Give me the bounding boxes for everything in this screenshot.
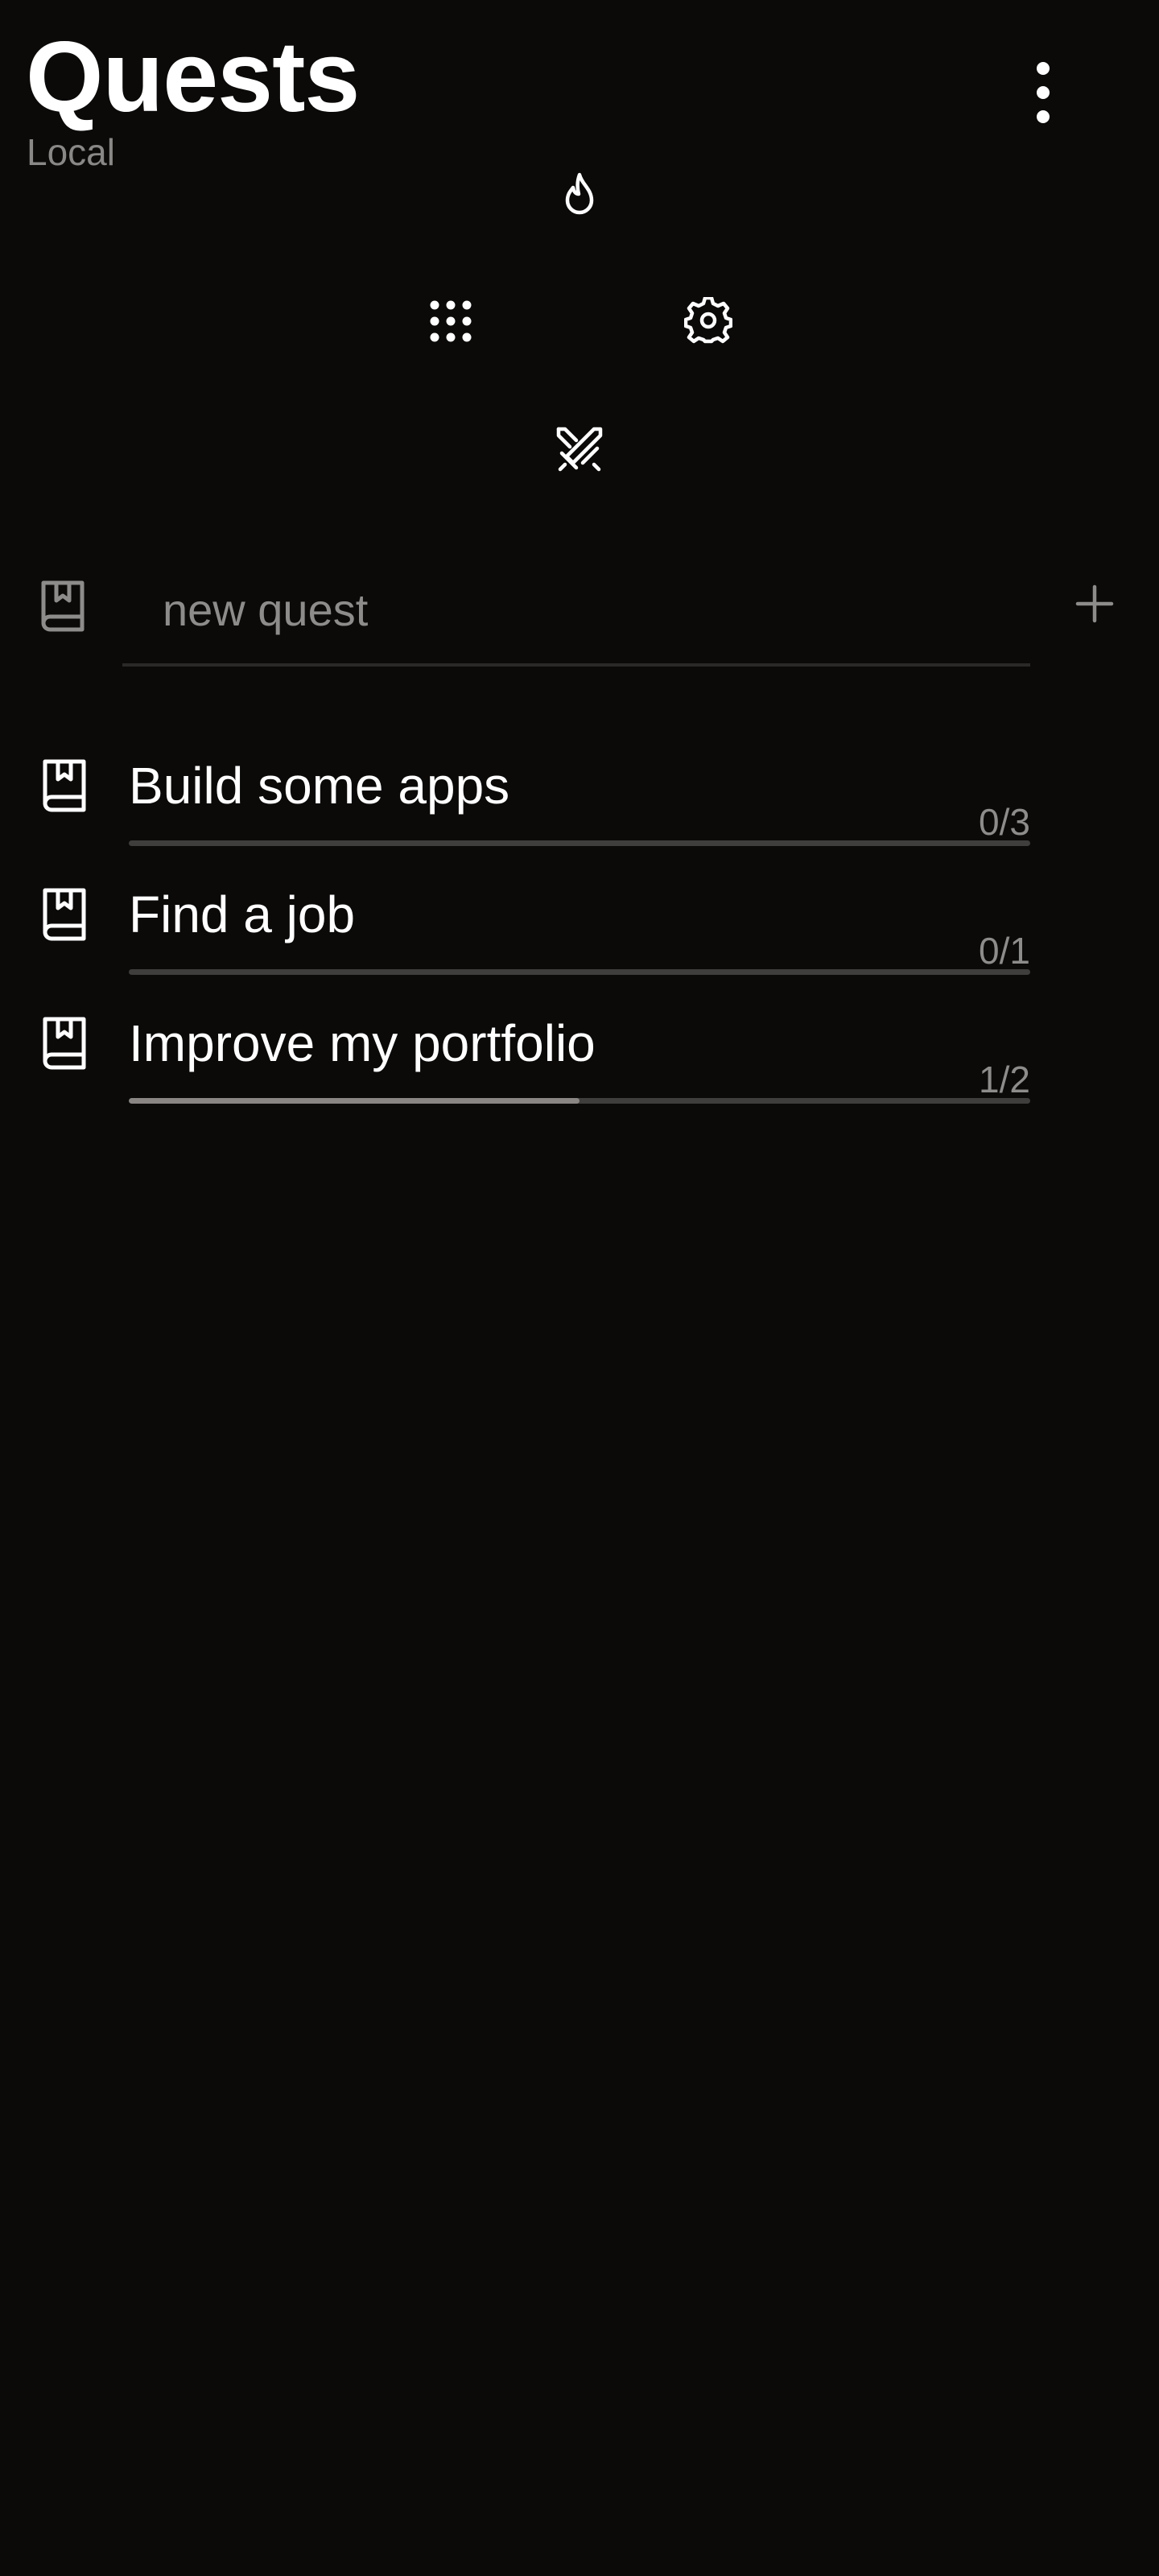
page-subtitle: Local [27, 131, 115, 173]
bookmark-book-icon [43, 1017, 86, 1070]
battle-button[interactable] [535, 406, 624, 494]
quest-name: Find a job [129, 886, 356, 943]
settings-button[interactable] [664, 277, 753, 365]
quest-progress-bar [129, 969, 1030, 975]
crossed-swords-icon [556, 427, 603, 472]
quest-progress-fill [129, 1098, 580, 1104]
bookmark-book-icon [43, 759, 86, 812]
gear-icon [684, 297, 732, 344]
quest-name: Improve my portfolio [129, 1014, 596, 1072]
quest-count: 0/3 [979, 801, 1030, 843]
plus-icon [1075, 584, 1114, 623]
new-quest-input[interactable] [122, 555, 1030, 667]
quest-progress-bar [129, 840, 1030, 846]
quest-item[interactable]: Improve my portfolio 1/2 [0, 1016, 1159, 1137]
quest-name: Build some apps [129, 757, 510, 815]
new-quest-row [0, 555, 1159, 668]
quest-item[interactable]: Build some apps 0/3 [0, 758, 1159, 879]
quest-item[interactable]: Find a job 0/1 [0, 887, 1159, 1008]
page-title: Quests [26, 22, 360, 133]
quest-count: 0/1 [979, 930, 1030, 972]
flame-icon [565, 172, 594, 215]
bookmark-book-icon [43, 888, 86, 941]
add-quest-button[interactable] [1062, 572, 1127, 636]
categories-button[interactable] [406, 277, 495, 365]
overflow-menu-button[interactable] [1011, 56, 1075, 129]
grid-dots-icon [430, 300, 472, 342]
bookmark-book-icon [41, 580, 85, 632]
quest-progress-bar [129, 1098, 1030, 1104]
more-vertical-icon [1037, 62, 1050, 123]
quests-screen: Quests Local new quest Build some apps 0… [0, 0, 1159, 2576]
quest-count: 1/2 [979, 1059, 1030, 1100]
streak-button[interactable] [535, 151, 624, 239]
